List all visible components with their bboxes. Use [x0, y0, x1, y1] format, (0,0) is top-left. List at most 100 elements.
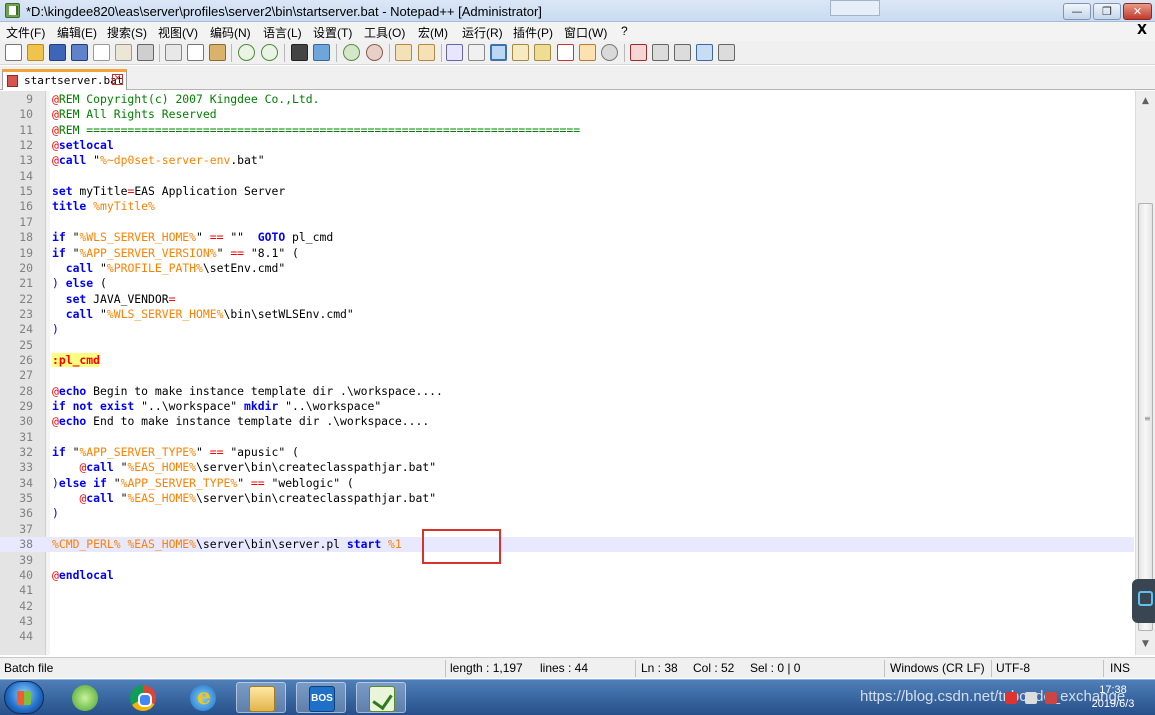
code-line[interactable]: 42 [0, 599, 1134, 614]
menu-help[interactable]: ? [621, 24, 628, 38]
close-all-icon[interactable] [115, 44, 132, 61]
word-wrap-icon[interactable] [446, 44, 463, 61]
minimize-button[interactable]: — [1063, 3, 1091, 20]
code-line[interactable]: 18 if "%WLS_SERVER_HOME%" == "" GOTO pl_c… [0, 230, 1134, 245]
code-line[interactable]: 33 @call "%EAS_HOME%\server\bin\createcl… [0, 460, 1134, 475]
save-icon[interactable] [49, 44, 66, 61]
scroll-down-icon[interactable]: ▼ [1139, 638, 1152, 651]
code-line[interactable]: 37 [0, 522, 1134, 537]
code-line[interactable]: 26:pl_cmd [0, 352, 1134, 368]
stop-recording-icon[interactable] [652, 44, 669, 61]
menu-plugins[interactable]: 插件(P) [513, 24, 553, 41]
show-all-chars-icon[interactable] [468, 44, 485, 61]
user-defined-language-icon[interactable] [534, 44, 551, 61]
code-line[interactable]: 41 [0, 583, 1134, 598]
replace-icon[interactable] [313, 44, 330, 61]
close-icon[interactable] [93, 44, 110, 61]
mini-toolbar[interactable] [830, 0, 880, 16]
folder-as-workspace-icon[interactable] [579, 44, 596, 61]
taskbar-notepadpp[interactable] [356, 682, 406, 713]
copy-icon[interactable] [187, 44, 204, 61]
code-line[interactable]: 12 @setlocal [0, 138, 1134, 153]
start-button[interactable] [4, 681, 44, 714]
code-line[interactable]: 9 @REM Copyright(c) 2007 Kingdee Co.,Ltd. [0, 92, 1134, 107]
redo-icon[interactable] [261, 44, 278, 61]
code-line[interactable]: 35 @call "%EAS_HOME%\server\bin\createcl… [0, 491, 1134, 506]
code-line[interactable]: 29 if not exist "..\workspace" mkdir "..\… [0, 399, 1134, 414]
zoom-in-icon[interactable] [343, 44, 360, 61]
menu-language[interactable]: 语言(L) [263, 24, 302, 41]
code-line[interactable]: 30 @echo End to make instance template di… [0, 414, 1134, 429]
teamviewer-side-widget-icon[interactable] [1132, 579, 1155, 623]
code-line[interactable]: 39 [0, 553, 1134, 568]
code-line[interactable]: 28 @echo Begin to make instance template … [0, 384, 1134, 399]
save-all-icon[interactable] [71, 44, 88, 61]
code-line[interactable]: 11 @REM =================================… [0, 123, 1134, 138]
code-line[interactable]: 25 [0, 338, 1134, 353]
maximize-button[interactable]: ❐ [1093, 3, 1121, 20]
tray-alert-icon[interactable] [1045, 692, 1057, 704]
code-line[interactable]: 24) [0, 322, 1134, 337]
code-line[interactable]: 15 set myTitle=EAS Application Server [0, 184, 1134, 199]
code-line[interactable]: 44 [0, 629, 1134, 644]
menu-window[interactable]: 窗口(W) [564, 24, 607, 41]
code-line[interactable]: 40 @endlocal [0, 568, 1134, 583]
code-line[interactable]: 21) else ( [0, 276, 1134, 291]
code-line[interactable]: 43 [0, 614, 1134, 629]
code-line[interactable]: 27 [0, 368, 1134, 383]
run-macro-multiple-icon[interactable] [696, 44, 713, 61]
new-file-icon[interactable] [5, 44, 22, 61]
print-icon[interactable] [137, 44, 154, 61]
document-map-icon[interactable] [557, 44, 574, 61]
code-line[interactable]: 34)else if "%APP_SERVER_TYPE%" == "weblo… [0, 476, 1134, 491]
code-line[interactable]: 36) [0, 506, 1134, 521]
playback-macro-icon[interactable] [674, 44, 691, 61]
code-line[interactable]: 19 if "%APP_SERVER_VERSION%" == "8.1" ( [0, 246, 1134, 261]
indent-guide-icon[interactable] [490, 44, 507, 61]
record-macro-icon[interactable] [630, 44, 647, 61]
sync-vertical-icon[interactable] [395, 44, 412, 61]
sync-horizontal-icon[interactable] [418, 44, 435, 61]
menu-tools[interactable]: 工具(O) [364, 24, 405, 41]
taskbar-file-explorer[interactable] [236, 682, 286, 713]
cut-icon[interactable] [165, 44, 182, 61]
taskbar-chrome[interactable] [118, 682, 168, 713]
paste-icon[interactable] [209, 44, 226, 61]
menu-encoding[interactable]: 编码(N) [210, 24, 251, 41]
menu-run[interactable]: 运行(R) [462, 24, 503, 41]
code-line[interactable]: 16 title %myTitle% [0, 199, 1134, 214]
monitoring-icon[interactable] [601, 44, 618, 61]
open-file-icon[interactable] [27, 44, 44, 61]
language-icon[interactable] [512, 44, 529, 61]
menu-view[interactable]: 视图(V) [158, 24, 198, 41]
save-macro-icon[interactable] [718, 44, 735, 61]
taskbar-bos[interactable]: BOS [296, 682, 346, 713]
menu-edit[interactable]: 编辑(E) [57, 24, 97, 41]
scroll-up-icon[interactable]: ▲ [1139, 95, 1152, 108]
code-line[interactable]: 20 call "%PROFILE_PATH%\setEnv.cmd" [0, 261, 1134, 276]
scrollbar-thumb[interactable]: ≡ [1138, 203, 1153, 631]
code-line[interactable]: 14 [0, 169, 1134, 184]
taskbar-internet-explorer[interactable] [178, 682, 228, 713]
menu-file[interactable]: 文件(F) [6, 24, 45, 41]
menu-settings[interactable]: 设置(T) [313, 24, 352, 41]
code-line[interactable]: 31 [0, 430, 1134, 445]
code-line[interactable]: 38 %CMD_PERL% %EAS_HOME%\server\bin\serve… [0, 537, 1134, 553]
taskbar-clock[interactable]: 17:38 2019/6/3 [1078, 683, 1148, 711]
tray-volume-icon[interactable] [1025, 692, 1037, 704]
code-line[interactable]: 22 set JAVA_VENDOR= [0, 292, 1134, 307]
taskbar-refresh-app[interactable] [60, 682, 110, 713]
tab-startserver-bat[interactable]: startserver.bat ✕ [2, 69, 127, 90]
zoom-out-icon[interactable] [366, 44, 383, 61]
code-line[interactable]: 17 [0, 215, 1134, 230]
tab-close-icon[interactable]: ✕ [112, 74, 123, 85]
close-window-button[interactable]: ✕ [1123, 3, 1152, 20]
tray-network-icon[interactable] [1005, 692, 1017, 704]
code-line[interactable]: 23 call "%WLS_SERVER_HOME%\bin\setWLSEnv… [0, 307, 1134, 322]
code-line[interactable]: 10 @REM All Rights Reserved [0, 107, 1134, 122]
menu-macro[interactable]: 宏(M) [418, 24, 448, 41]
close-document-button[interactable]: X [1137, 23, 1147, 38]
code-line[interactable]: 13 @call "%~dp0set-server-env.bat" [0, 153, 1134, 168]
vertical-scrollbar[interactable]: ▲ ≡ ▼ [1135, 91, 1155, 655]
code-editor[interactable]: 9 @REM Copyright(c) 2007 Kingdee Co.,Ltd.… [0, 91, 1155, 655]
